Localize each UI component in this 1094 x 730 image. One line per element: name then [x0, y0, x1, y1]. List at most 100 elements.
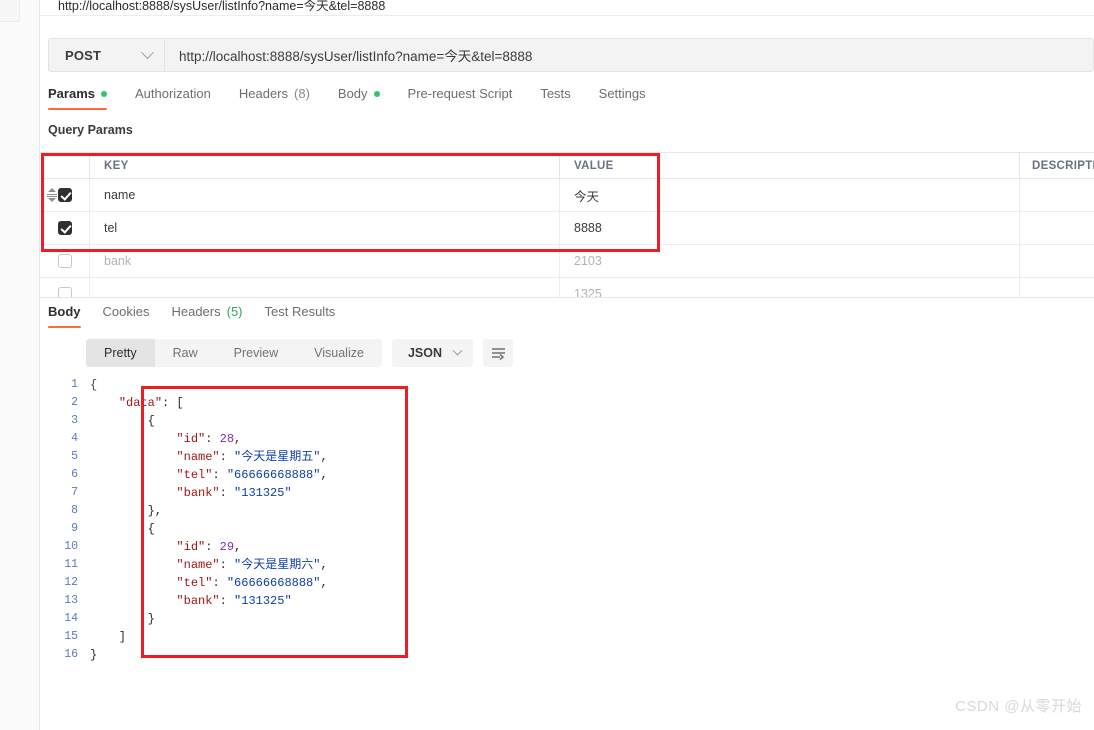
- line-number: 2: [71, 396, 78, 409]
- http-method-label: POST: [65, 47, 102, 63]
- line-number: 1: [71, 378, 78, 391]
- code-line: 2 "data": [: [40, 394, 1094, 412]
- tab-body[interactable]: Body: [338, 86, 380, 110]
- request-tab-bar: Params Authorization Headers (8) Body Pr…: [48, 86, 1094, 114]
- tab-headers-label: Headers: [238, 86, 289, 101]
- tab-pre-request-script[interactable]: Pre-request Script: [408, 86, 513, 110]
- row-check-cell: [40, 179, 90, 211]
- tab-authorization-label: Authorization: [134, 86, 211, 101]
- left-sidebar-rail: [0, 0, 40, 730]
- row-key[interactable]: tel: [90, 212, 560, 244]
- row-checkbox[interactable]: [57, 188, 72, 202]
- code-line: 4 "id": 28,: [40, 430, 1094, 448]
- code-line: 12 "tel": "66666668888",: [40, 574, 1094, 592]
- http-method-select[interactable]: POST: [48, 38, 164, 72]
- response-tab-headers-label: Headers: [171, 304, 221, 319]
- format-segmented-control: Pretty Raw Preview Visualize: [86, 339, 382, 367]
- response-panel: Body Cookies Headers (5) Test Results Pr…: [40, 297, 1094, 730]
- row-value[interactable]: 8888: [560, 212, 1020, 244]
- code-line: 5 "name": "今天是星期五",: [40, 448, 1094, 466]
- code-line: 11 "name": "今天是星期六",: [40, 556, 1094, 574]
- request-tab-url-strip[interactable]: http://localhost:8888/sysUser/listInfo?n…: [40, 0, 1094, 16]
- row-description[interactable]: [1020, 245, 1094, 277]
- line-number: 11: [64, 558, 78, 571]
- tab-authorization[interactable]: Authorization: [135, 86, 211, 110]
- row-value[interactable]: 2103: [560, 245, 1020, 277]
- line-text: "data": [: [118, 396, 184, 410]
- response-code-viewer[interactable]: 1 { 2 "data": [ 3 { 4 "id": 28, 5 "name":…: [40, 376, 1094, 730]
- chevron-down-icon: [452, 345, 463, 356]
- code-line: 6 "tel": "66666668888",: [40, 466, 1094, 484]
- line-text: "id": 29,: [176, 540, 242, 554]
- response-tab-headers-count: (5): [226, 304, 243, 319]
- table-row[interactable]: name 今天: [40, 179, 1094, 212]
- wrap-lines-icon: [491, 347, 505, 360]
- format-visualize[interactable]: Visualize: [296, 339, 382, 367]
- code-line: 7 "bank": "131325": [40, 484, 1094, 502]
- row-description[interactable]: [1020, 212, 1094, 244]
- row-description[interactable]: [1020, 179, 1094, 211]
- tab-settings[interactable]: Settings: [599, 86, 646, 110]
- column-header-value: VALUE: [560, 153, 1020, 178]
- code-line: 10 "id": 29,: [40, 538, 1094, 556]
- code-line: 3 {: [40, 412, 1094, 430]
- tab-tests-label: Tests: [540, 86, 571, 101]
- postman-window: http://localhost:8888/sysUser/listInfo?n…: [0, 0, 1094, 730]
- row-key[interactable]: bank: [90, 245, 560, 277]
- tab-pre-request-script-label: Pre-request Script: [407, 86, 513, 101]
- table-row[interactable]: bank 2103: [40, 245, 1094, 278]
- green-dot-icon: [100, 90, 107, 97]
- response-tab-cookies[interactable]: Cookies: [103, 304, 150, 328]
- green-dot-icon: [373, 90, 380, 97]
- response-tab-body[interactable]: Body: [48, 304, 81, 328]
- line-number: 9: [71, 522, 78, 535]
- response-tab-bar: Body Cookies Headers (5) Test Results: [48, 304, 357, 328]
- line-number: 15: [64, 630, 78, 643]
- query-params-title: Query Params: [48, 123, 133, 137]
- line-number: 8: [71, 504, 78, 517]
- table-row[interactable]: tel 8888: [40, 212, 1094, 245]
- format-preview[interactable]: Preview: [216, 339, 296, 367]
- row-checkbox[interactable]: [57, 221, 72, 235]
- row-check-cell: [40, 212, 90, 244]
- row-value[interactable]: 今天: [560, 179, 1020, 211]
- line-number: 13: [64, 594, 78, 607]
- line-text: "name": "今天是星期六",: [176, 558, 328, 572]
- response-tab-headers[interactable]: Headers (5): [171, 304, 242, 328]
- line-number: 3: [71, 414, 78, 427]
- tab-params-label: Params: [48, 86, 95, 101]
- line-text: "tel": "66666668888",: [176, 576, 328, 590]
- response-tab-body-label: Body: [48, 304, 81, 319]
- tab-headers[interactable]: Headers (8): [239, 86, 310, 110]
- watermark-text: CSDN @从零开始: [955, 698, 1082, 715]
- url-input-value: http://localhost:8888/sysUser/listInfo?n…: [179, 49, 533, 64]
- request-tab-url-text: http://localhost:8888/sysUser/listInfo?n…: [58, 0, 386, 13]
- format-pretty[interactable]: Pretty: [86, 339, 155, 367]
- language-select[interactable]: JSON: [391, 339, 473, 367]
- sidebar-collapse-tab[interactable]: [0, 0, 20, 22]
- code-line: 13 "bank": "131325": [40, 592, 1094, 610]
- column-header-key: KEY: [90, 153, 560, 178]
- response-tab-cookies-label: Cookies: [102, 304, 150, 319]
- row-key[interactable]: name: [90, 179, 560, 211]
- format-raw[interactable]: Raw: [155, 339, 216, 367]
- code-line: 14 }: [40, 610, 1094, 628]
- response-tab-test-results[interactable]: Test Results: [265, 304, 336, 328]
- line-text: "name": "今天是星期五",: [176, 450, 328, 464]
- main-panel: http://localhost:8888/sysUser/listInfo?n…: [40, 0, 1094, 730]
- line-text: "id": 28,: [176, 432, 242, 446]
- line-text: {: [90, 378, 98, 392]
- tab-headers-count: (8): [294, 86, 310, 101]
- tab-tests[interactable]: Tests: [540, 86, 570, 110]
- url-bar: POST http://localhost:8888/sysUser/listI…: [48, 38, 1094, 72]
- wrap-lines-button[interactable]: [483, 339, 513, 367]
- drag-handle-icon[interactable]: [46, 188, 58, 202]
- line-number: 10: [64, 540, 78, 553]
- line-text: }: [90, 612, 155, 626]
- url-input[interactable]: http://localhost:8888/sysUser/listInfo?n…: [164, 38, 1094, 72]
- row-checkbox[interactable]: [57, 254, 72, 268]
- code-line: 8 },: [40, 502, 1094, 520]
- tab-params[interactable]: Params: [48, 86, 107, 110]
- query-params-table: KEY VALUE DESCRIPTION name 今天: [40, 152, 1094, 311]
- tab-settings-label: Settings: [598, 86, 646, 101]
